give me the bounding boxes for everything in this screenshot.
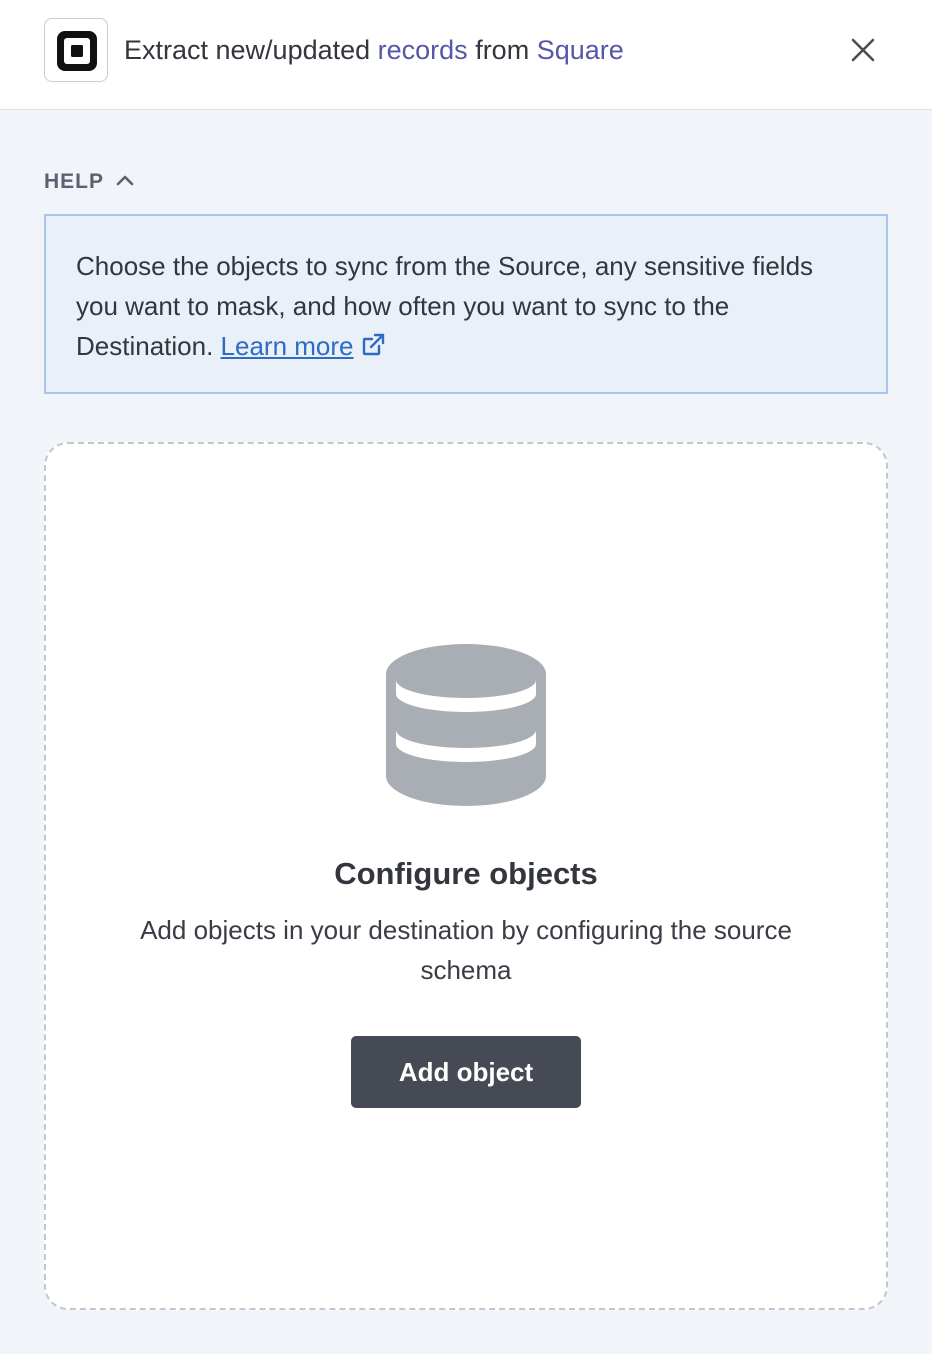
database-icon xyxy=(386,644,546,806)
learn-more-link[interactable]: Learn more xyxy=(221,331,354,361)
help-text: Choose the objects to sync from the Sour… xyxy=(76,251,814,361)
help-toggle[interactable]: HELP xyxy=(44,168,134,196)
external-link-icon[interactable] xyxy=(360,329,386,369)
square-logo-icon xyxy=(57,31,97,71)
help-box: Choose the objects to sync from the Sour… xyxy=(44,214,888,394)
title-records: records xyxy=(377,35,468,65)
square-logo xyxy=(44,18,108,82)
close-icon xyxy=(851,38,875,62)
title-source: Square xyxy=(536,35,624,65)
add-object-button[interactable]: Add object xyxy=(351,1036,581,1108)
empty-state-description: Add objects in your destination by confi… xyxy=(140,915,792,985)
panel-header: Extract new/updated records from Square xyxy=(0,0,932,110)
empty-state-title: Configure objects xyxy=(334,856,598,891)
chevron-up-icon xyxy=(116,173,134,191)
empty-state-card: Configure objects Add objects in your de… xyxy=(44,442,888,1310)
close-button[interactable] xyxy=(846,33,880,67)
learn-more-label: Learn more xyxy=(220,331,354,361)
title-prefix: Extract new/updated xyxy=(124,35,378,65)
help-label: HELP xyxy=(44,170,105,193)
title-middle: from xyxy=(467,35,537,65)
panel-title: Extract new/updated records from Square xyxy=(124,33,624,67)
